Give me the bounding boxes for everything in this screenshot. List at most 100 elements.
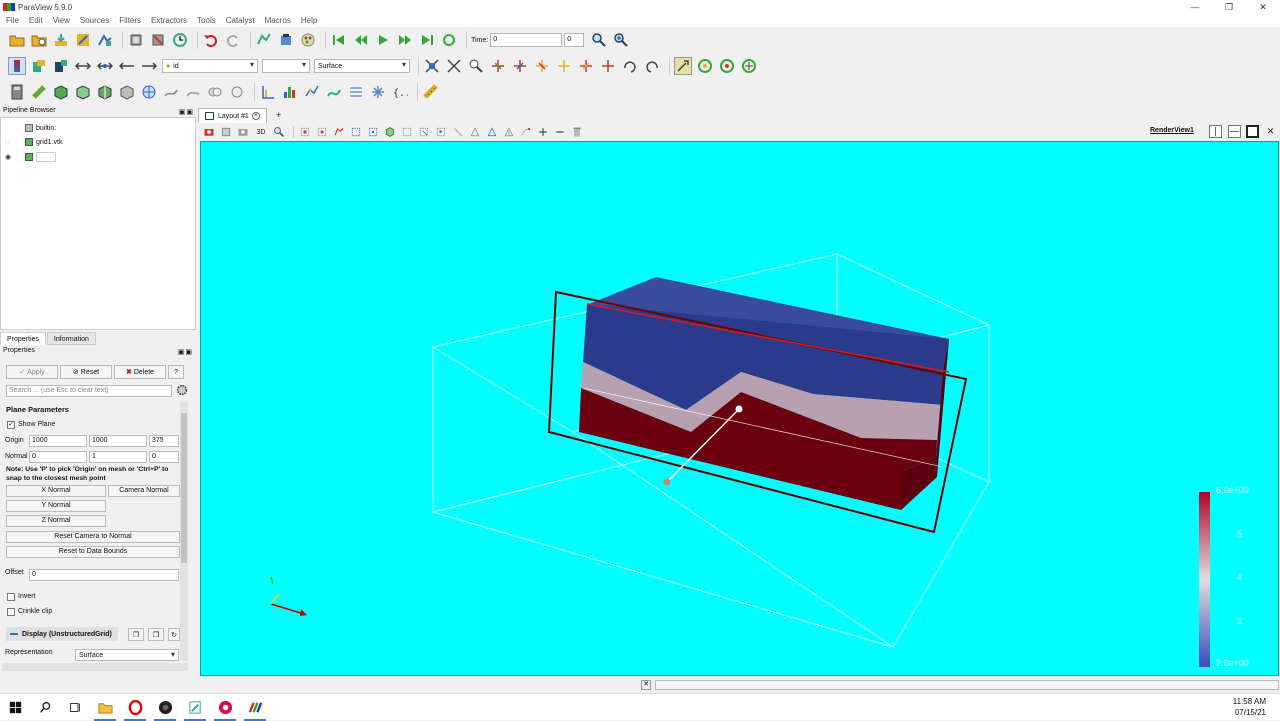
grow-selection-icon[interactable] [451, 125, 465, 139]
close-tab-icon[interactable]: × [251, 112, 260, 120]
pick-center-icon[interactable] [718, 57, 736, 75]
z-normal-button[interactable]: Z Normal [6, 515, 106, 527]
eye-hidden-icon[interactable]: ◌ [5, 139, 17, 146]
maximize-button[interactable]: ❐ [1212, 0, 1246, 14]
temporal-icon[interactable] [347, 83, 365, 101]
menu-extractors[interactable]: Extractors [151, 16, 187, 25]
select-cells-through-icon[interactable] [349, 125, 363, 139]
extract-subset-icon[interactable] [118, 83, 136, 101]
edit-selection-icon[interactable] [485, 125, 499, 139]
close-view-icon[interactable]: ✕ [1264, 125, 1277, 138]
add-selection-icon[interactable] [536, 125, 550, 139]
rotate-plus-90-icon[interactable] [621, 57, 639, 75]
color-palette-icon[interactable] [299, 31, 317, 49]
opera-browser-icon[interactable] [120, 694, 150, 721]
minimize-button[interactable]: — [1178, 0, 1212, 14]
rescale-visible-icon[interactable] [96, 57, 114, 75]
origin-x-input[interactable]: 1000 [29, 435, 87, 447]
slice-icon[interactable] [74, 83, 92, 101]
show-center-icon[interactable] [740, 57, 758, 75]
contour-icon[interactable] [30, 83, 48, 101]
capture-screenshot-icon[interactable] [202, 125, 216, 139]
windows-start-icon[interactable] [0, 694, 30, 721]
subtract-selection-icon[interactable] [553, 125, 567, 139]
warp-vector-icon[interactable] [184, 83, 202, 101]
plot-data-icon[interactable] [303, 83, 321, 101]
auto-apply-icon[interactable] [171, 31, 189, 49]
loop-icon[interactable] [440, 31, 458, 49]
view-plus-z-icon[interactable] [577, 57, 595, 75]
plane-origin-handle[interactable] [735, 405, 743, 413]
python-script-icon[interactable]: {..} [391, 83, 409, 101]
pipeline-item-clip[interactable]: ◉ [5, 152, 56, 162]
paraview-taskbar-icon[interactable] [240, 694, 270, 721]
reset-camera-icon[interactable] [423, 57, 441, 75]
menu-sources[interactable]: Sources [80, 16, 109, 25]
threshold-icon[interactable] [96, 83, 114, 101]
center-axes-icon[interactable] [696, 57, 714, 75]
find-data-icon[interactable] [369, 83, 387, 101]
tab-layout-1[interactable]: Layout #1 × [198, 108, 267, 123]
load-state-icon[interactable] [96, 31, 114, 49]
rotate-minus-90-icon[interactable] [643, 57, 661, 75]
progress-cancel-icon[interactable]: ✕ [641, 680, 651, 690]
shrink-selection-icon[interactable] [468, 125, 482, 139]
menu-macros[interactable]: Macros [265, 16, 291, 25]
paste-properties-icon[interactable]: ❐ [148, 628, 164, 641]
notepad-icon[interactable] [180, 694, 210, 721]
select-cells-with-polygon-icon[interactable] [332, 125, 346, 139]
color-component-select[interactable] [262, 59, 310, 73]
select-cells-on-icon[interactable] [298, 125, 312, 139]
system-clock[interactable]: 11:58 AM 07/15/21 [1233, 696, 1266, 718]
representation-select[interactable]: Surface [314, 59, 410, 73]
properties-search-input[interactable]: Search ... (use Esc to clear text) [6, 385, 172, 397]
reset-camera-closest-icon[interactable] [445, 57, 463, 75]
render-view[interactable]: 6.0e+00 5 4 3 2.0e+00 [200, 141, 1279, 676]
save-state-icon[interactable] [74, 31, 92, 49]
restore-defaults-icon[interactable]: ↻ [168, 628, 180, 641]
delete-button[interactable]: ✖ Delete [114, 365, 166, 379]
hover-cells-icon[interactable] [434, 125, 448, 139]
representation-property-select[interactable]: Surface [75, 649, 179, 661]
glyph-icon[interactable] [140, 83, 158, 101]
menu-help[interactable]: Help [301, 16, 317, 25]
ruler-icon[interactable] [422, 83, 440, 101]
menu-catalyst[interactable]: Catalyst [226, 16, 255, 25]
dock-controls[interactable]: ▣▣ [178, 347, 193, 359]
new-layout-button[interactable]: + [271, 108, 287, 123]
collapse-icon[interactable] [10, 633, 18, 635]
first-frame-icon[interactable] [330, 31, 348, 49]
extract-level-icon[interactable] [228, 83, 246, 101]
obs-studio-icon[interactable] [150, 694, 180, 721]
tab-properties[interactable]: Properties [0, 332, 46, 345]
clip-icon[interactable] [52, 83, 70, 101]
camera-normal-button[interactable]: Camera Normal [108, 485, 180, 497]
view-minus-y-icon[interactable] [555, 57, 573, 75]
group-datasets-icon[interactable] [206, 83, 224, 101]
menu-tools[interactable]: Tools [197, 16, 216, 25]
color-by-select[interactable]: ● id [162, 59, 258, 73]
histogram-icon[interactable] [281, 83, 299, 101]
crinkle-clip-checkbox[interactable] [7, 608, 15, 616]
copy-properties-icon[interactable]: ❐ [128, 628, 144, 641]
view-minus-z-icon[interactable] [599, 57, 617, 75]
view-plus-y-icon[interactable] [533, 57, 551, 75]
properties-horizontal-scrollbar[interactable] [2, 663, 188, 671]
camera-redo-icon[interactable] [277, 31, 295, 49]
view-plus-x-icon[interactable] [489, 57, 507, 75]
file-explorer-icon[interactable] [90, 694, 120, 721]
task-view-icon[interactable] [60, 694, 90, 721]
invert-checkbox[interactable] [7, 593, 15, 601]
color-map-editor-icon[interactable] [8, 57, 26, 75]
rescale-custom-icon[interactable] [118, 57, 136, 75]
advanced-gear-icon[interactable] [175, 383, 189, 397]
properties-scrollbar[interactable] [180, 403, 188, 661]
menu-view[interactable]: View [53, 16, 70, 25]
reset-button[interactable]: ⊘ Reset [60, 365, 112, 379]
help-button[interactable]: ? [168, 365, 184, 379]
time-step-spinbox[interactable]: 0 [564, 33, 585, 47]
zoom-view-icon[interactable] [272, 125, 286, 139]
interaction-mode-icon[interactable] [674, 57, 692, 75]
origin-y-input[interactable]: 1000 [89, 435, 147, 447]
render-view-label[interactable]: RenderView1 [1150, 127, 1194, 134]
